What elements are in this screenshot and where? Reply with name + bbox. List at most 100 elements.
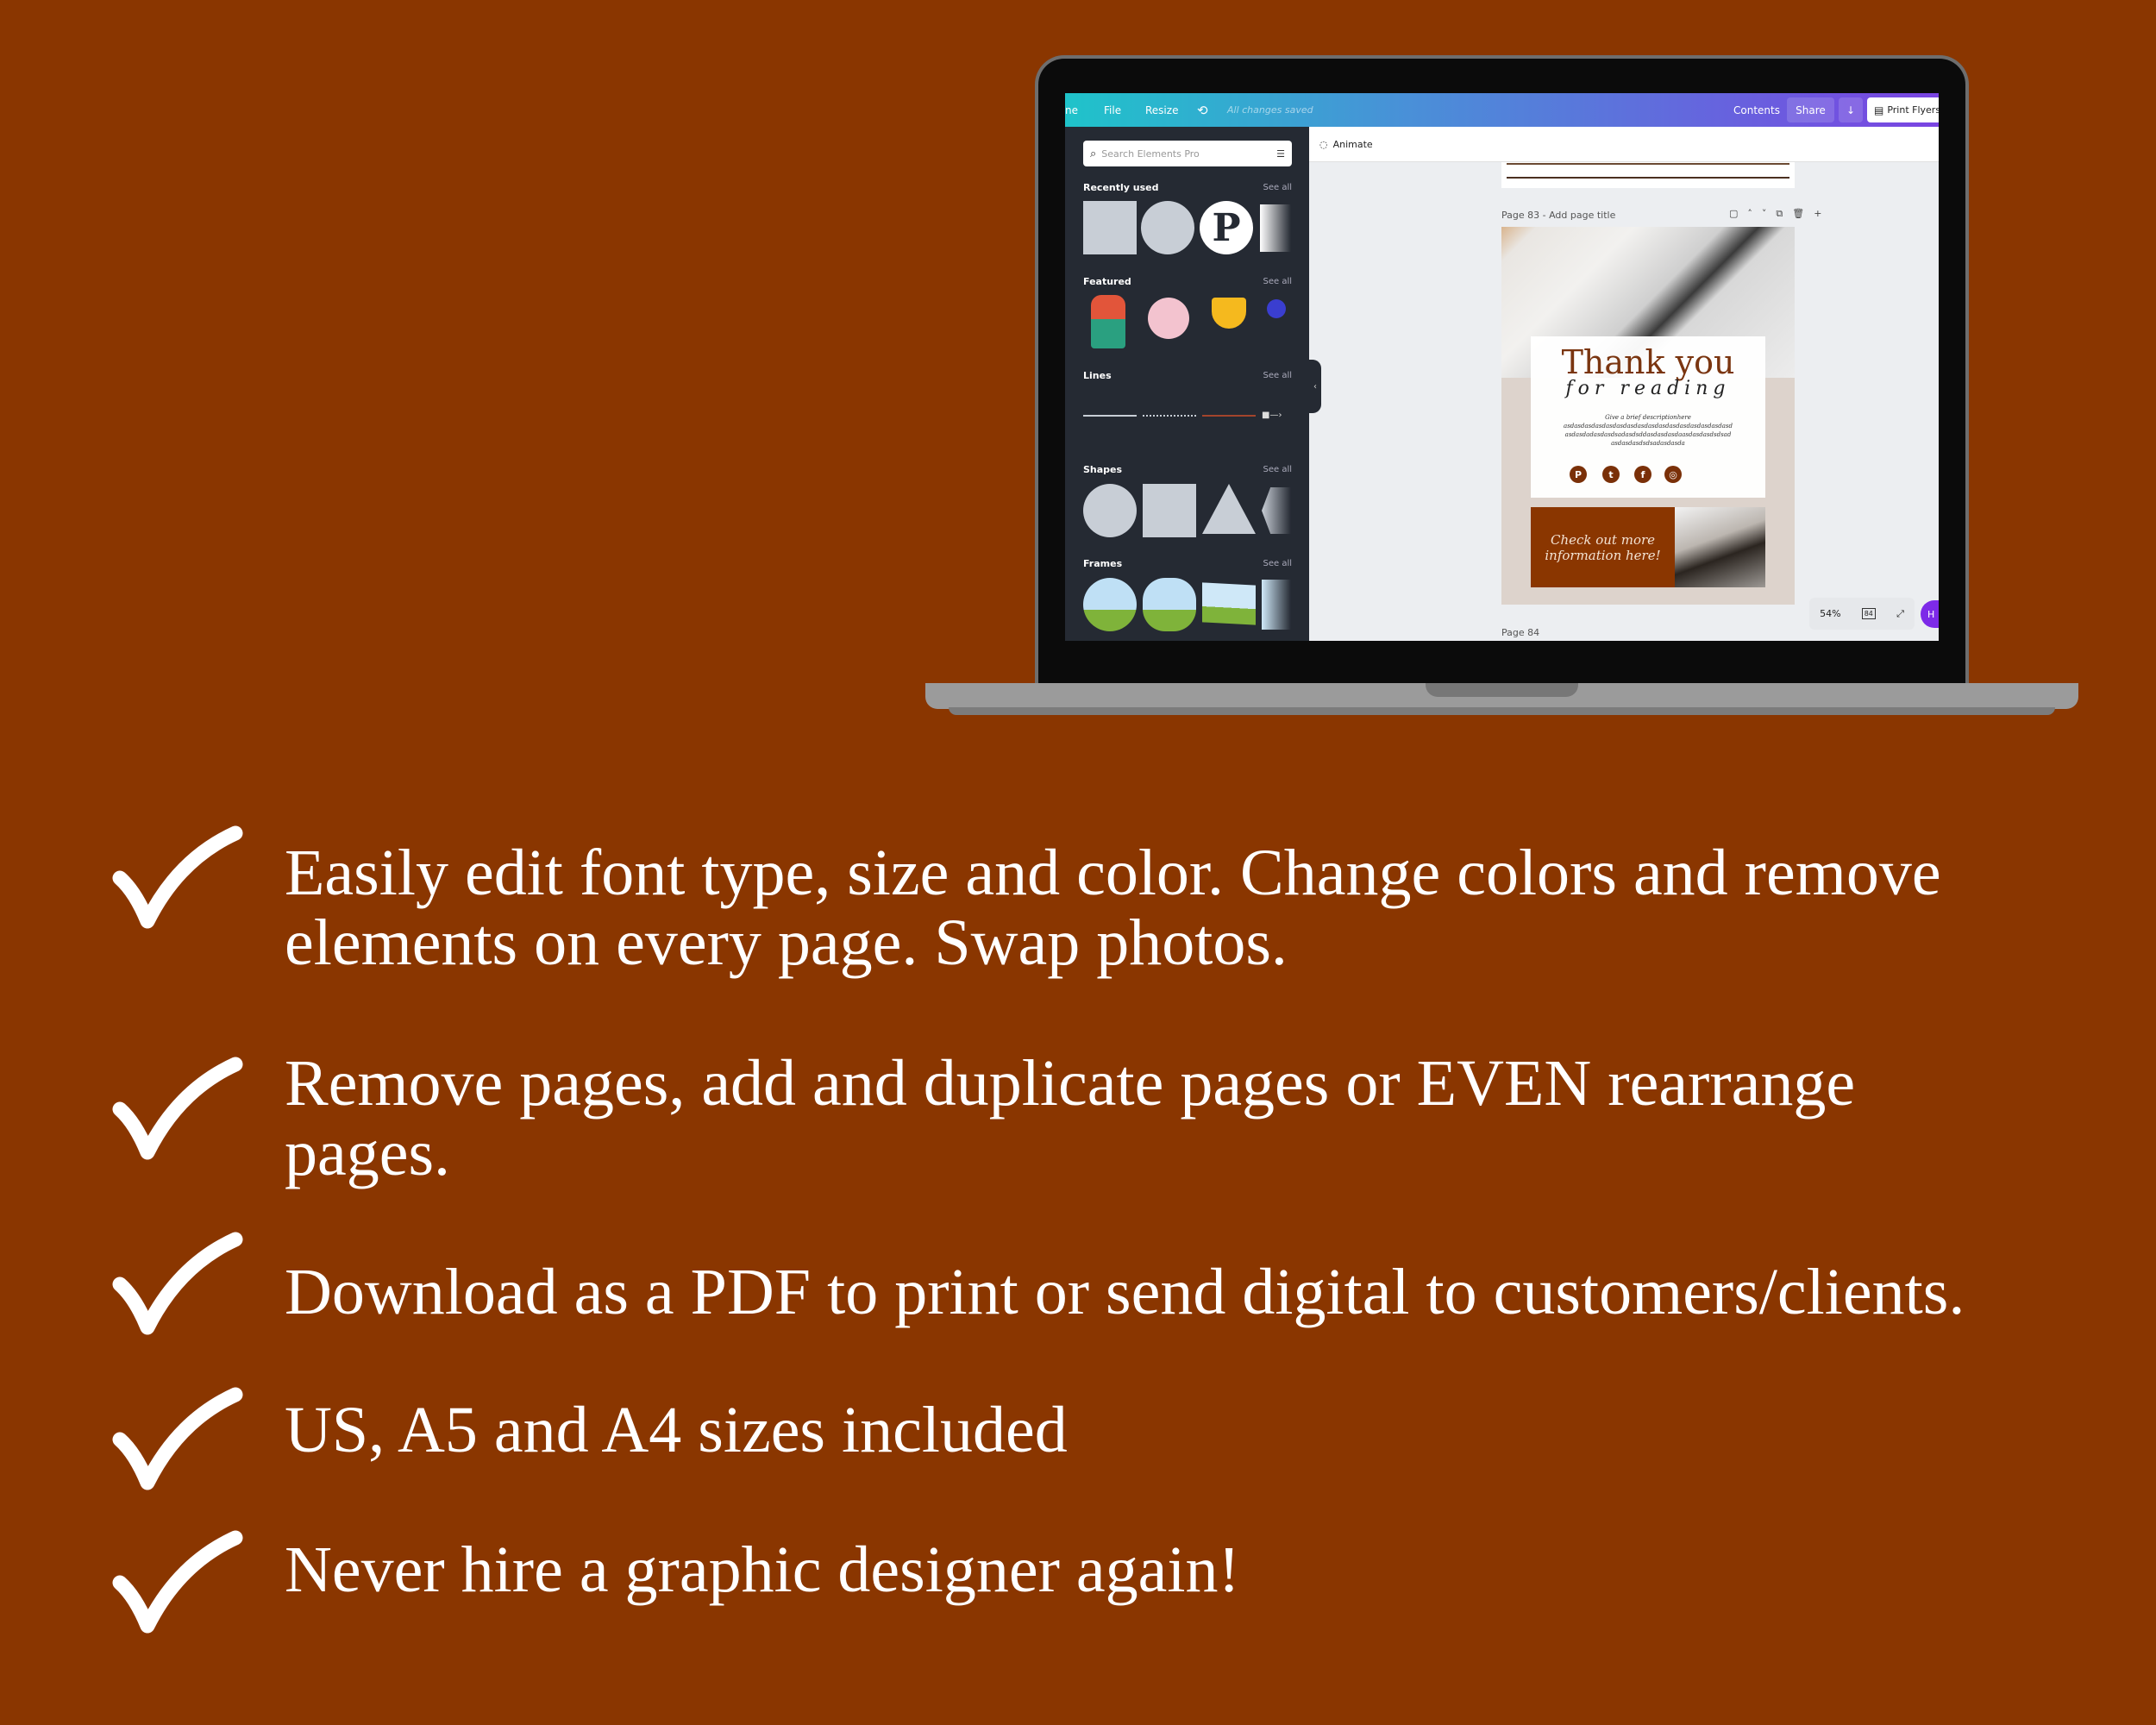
hexagon-shape[interactable]: [1262, 487, 1291, 534]
instagram-icon: ◎: [1664, 466, 1682, 483]
divider-line: [1507, 163, 1789, 165]
arrow-line[interactable]: ■—›: [1262, 411, 1291, 420]
feature-line: elements on every page. Swap photos.: [285, 906, 1288, 979]
square-element[interactable]: [1083, 201, 1137, 254]
animate-toolbar: ◌ Animate: [1309, 127, 1939, 162]
editor-topbar: ne File Resize ⟲ All changes saved Conte…: [1065, 93, 1939, 127]
divider-line: [1507, 177, 1789, 179]
pinterest-icon[interactable]: P: [1200, 201, 1253, 254]
page-83-canvas[interactable]: Thank you for reading Give a brief descr…: [1501, 227, 1795, 605]
filter-icon[interactable]: ☰: [1276, 148, 1285, 160]
circle-element[interactable]: [1141, 201, 1194, 254]
dotted-line[interactable]: [1143, 415, 1196, 417]
laptop-screen: ne File Resize ⟲ All changes saved Conte…: [1065, 93, 1939, 641]
description-line: asdasdasdasdasdasdasdasdasdasdasdasdasda…: [1564, 423, 1733, 430]
save-status: All changes saved: [1227, 104, 1313, 116]
scalloped-frame[interactable]: [1143, 578, 1196, 631]
triangle-shape[interactable]: [1202, 484, 1256, 534]
delete-icon[interactable]: 🗑: [1792, 208, 1814, 219]
contents-button[interactable]: Contents: [1733, 104, 1780, 116]
page-count-icon[interactable]: 84: [1861, 608, 1876, 619]
page-84-title[interactable]: Page 84: [1501, 627, 1539, 638]
resize-menu[interactable]: Resize: [1145, 104, 1178, 116]
for-reading-script: for reading: [1565, 378, 1731, 399]
feature-text: Download as a PDF to print or send digit…: [285, 1258, 1965, 1327]
description-line: asdasdasdsdsadasdasda: [1611, 440, 1685, 447]
solid-line[interactable]: [1083, 415, 1137, 417]
section-recently-used: Recently used: [1083, 182, 1159, 193]
circle-shape[interactable]: [1083, 484, 1137, 537]
page-83-title[interactable]: Page 83 - Add page title: [1501, 210, 1615, 221]
feature-line: US, A5 and A4 sizes included: [285, 1394, 1068, 1466]
blue-flower-illustration[interactable]: [1267, 299, 1286, 318]
search-icon: ⌕: [1090, 147, 1097, 160]
note-icon[interactable]: ▢: [1729, 208, 1747, 219]
section-lines: Lines: [1083, 370, 1112, 381]
red-line[interactable]: [1202, 415, 1256, 417]
fullscreen-icon[interactable]: ⤢: [1896, 608, 1904, 620]
animate-icon: ◌: [1319, 138, 1328, 150]
page-actions: ▢˄˅⧉🗑+: [1729, 208, 1831, 220]
see-all-link[interactable]: See all: [1263, 559, 1292, 568]
search-input[interactable]: ⌕ Search Elements Pro ☰: [1083, 141, 1292, 166]
see-all-link[interactable]: See all: [1263, 371, 1292, 380]
feature-text: US, A5 and A4 sizes included: [285, 1396, 1068, 1465]
move-down-icon[interactable]: ˅: [1762, 208, 1777, 219]
cta-line: Check out more: [1550, 531, 1656, 548]
cta-box: Check out more information here!: [1531, 507, 1675, 587]
woman-laptop-photo: [1675, 507, 1765, 587]
thank-you-title: Thank you: [1561, 343, 1735, 381]
section-featured: Featured: [1083, 276, 1131, 287]
feature-line: Remove pages, add and duplicate pages or…: [285, 1047, 1856, 1120]
print-flyers-button[interactable]: ▤ Print Flyers: [1867, 97, 1939, 122]
share-button[interactable]: Share: [1787, 97, 1834, 122]
thank-you-box: Thank you for reading Give a brief descr…: [1531, 336, 1765, 498]
see-all-link[interactable]: See all: [1263, 277, 1292, 286]
animate-button[interactable]: Animate: [1333, 139, 1373, 150]
circle-frame[interactable]: [1083, 578, 1137, 631]
see-all-link[interactable]: See all: [1263, 465, 1292, 474]
laptop-notch: [1426, 683, 1578, 697]
feature-text: Remove pages, add and duplicate pages or…: [285, 1049, 1855, 1189]
twitter-icon: t: [1602, 466, 1620, 483]
move-up-icon[interactable]: ˄: [1747, 208, 1762, 219]
cta-line: information here!: [1545, 547, 1661, 563]
home-menu[interactable]: ne: [1065, 104, 1078, 116]
square-shape[interactable]: [1143, 484, 1196, 537]
zoom-level[interactable]: 54%: [1820, 608, 1840, 619]
description-line: asdasdadasdasdsadasdsddasdasdasdaasdasda…: [1564, 431, 1732, 438]
feature-text: Never hire a graphic designer again!: [285, 1535, 1240, 1605]
checkmark-icon: [112, 825, 243, 929]
facebook-icon: f: [1634, 466, 1651, 483]
help-button[interactable]: H: [1921, 600, 1939, 628]
checkmark-icon: [112, 1232, 243, 1335]
cocktail-illustration[interactable]: [1212, 298, 1246, 329]
file-menu[interactable]: File: [1104, 104, 1121, 116]
flower-illustration[interactable]: [1148, 298, 1189, 339]
feature-line: Easily edit font type, size and color. C…: [285, 837, 1941, 909]
laptop-base-shadow: [949, 707, 2055, 715]
pinterest-icon: P: [1570, 466, 1587, 483]
tilted-frame[interactable]: [1262, 580, 1291, 630]
duplicate-icon[interactable]: ⧉: [1776, 208, 1792, 219]
undo-icon[interactable]: ⟲: [1197, 103, 1208, 118]
checkmark-icon: [112, 1057, 243, 1160]
elements-panel: ⌕ Search Elements Pro ☰ Recently used Se…: [1065, 127, 1309, 641]
feature-line: Download as a PDF to print or send digit…: [285, 1256, 1965, 1328]
zoom-controls: 54% 84 ⤢: [1809, 598, 1915, 630]
woman-illustration[interactable]: [1091, 295, 1125, 348]
section-frames: Frames: [1083, 558, 1123, 569]
checkmark-icon: [112, 1387, 243, 1490]
feature-line: pages.: [285, 1117, 451, 1189]
print-icon: ▤: [1874, 104, 1884, 116]
see-all-link[interactable]: See all: [1263, 183, 1292, 192]
feature-line: Never hire a graphic designer again!: [285, 1534, 1240, 1606]
twitter-icon[interactable]: [1260, 204, 1291, 252]
section-shapes: Shapes: [1083, 464, 1123, 475]
feature-text: Easily edit font type, size and color. C…: [285, 838, 1941, 978]
add-page-icon[interactable]: +: [1814, 208, 1831, 219]
rectangle-frame[interactable]: [1202, 582, 1256, 625]
previous-page[interactable]: [1501, 162, 1795, 188]
collapse-panel-handle[interactable]: ‹: [1309, 360, 1321, 413]
download-icon[interactable]: ↓: [1839, 97, 1863, 122]
